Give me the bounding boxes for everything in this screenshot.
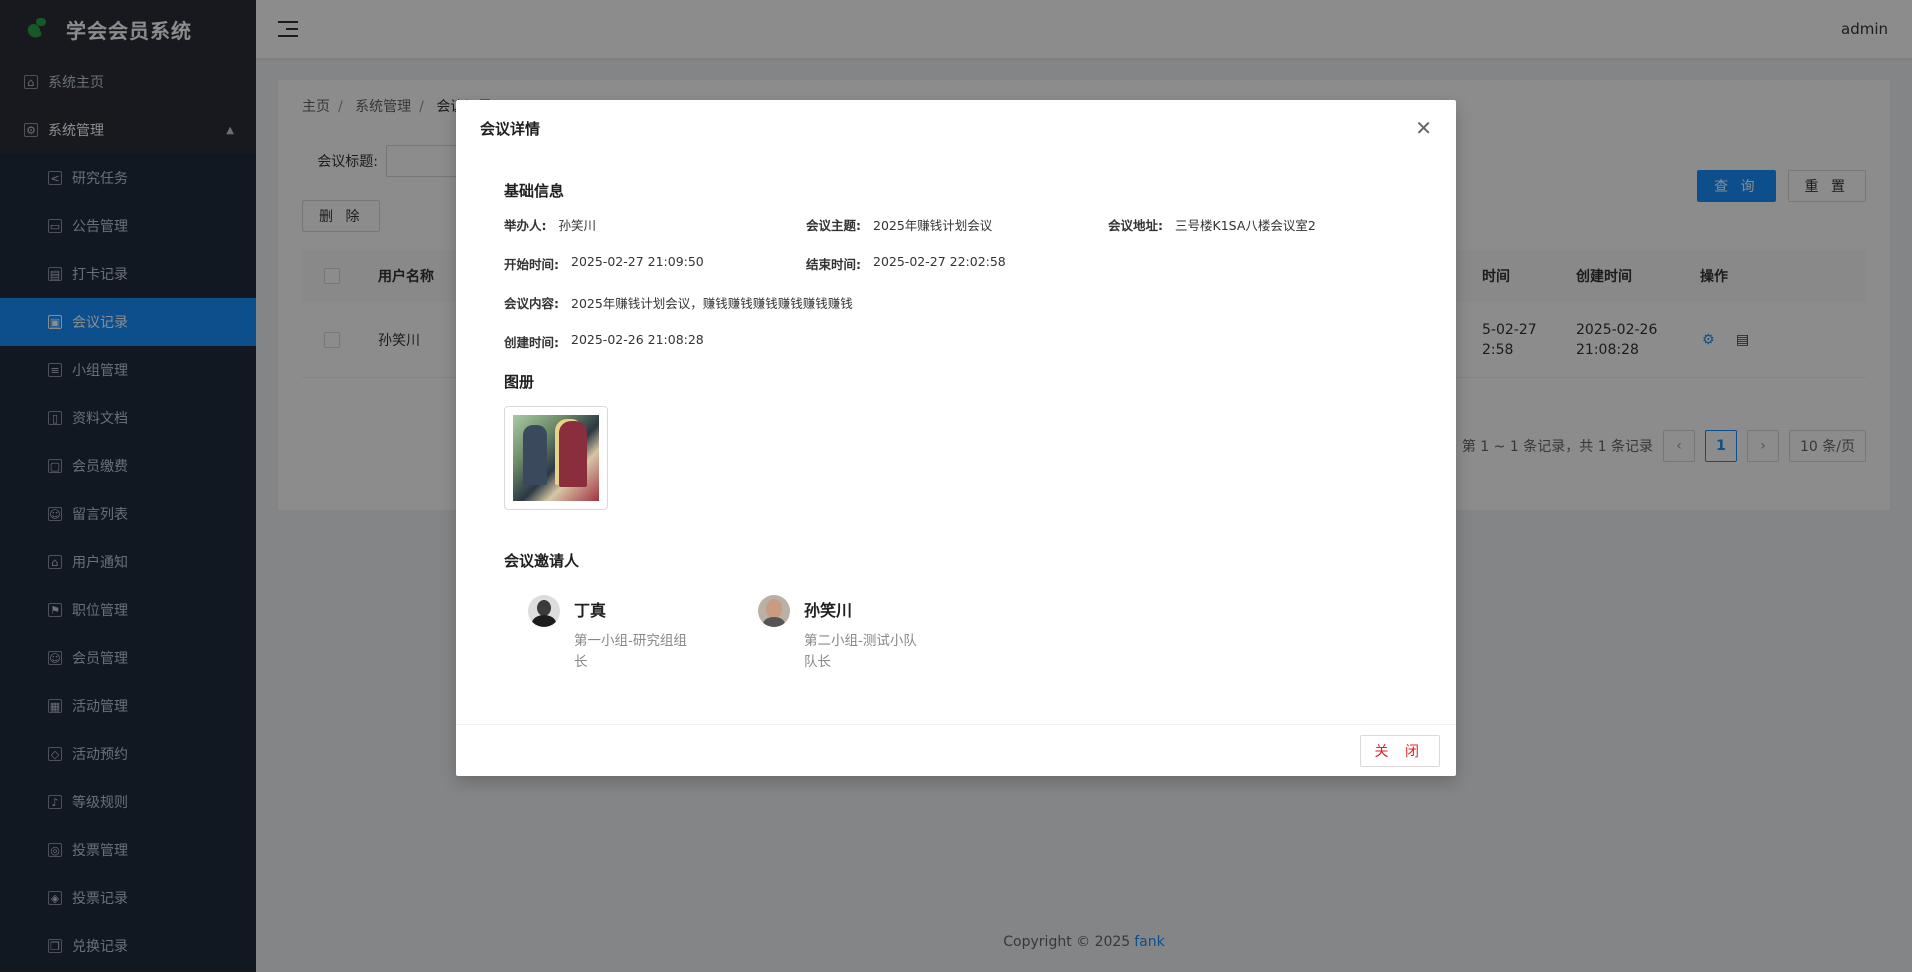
- end-time-value: 2025-02-27 22:02:58: [873, 254, 1006, 269]
- modal-title: 会议详情: [480, 119, 541, 138]
- topic-field: 会议主题: 2025年赚钱计划会议: [806, 215, 1108, 234]
- close-button[interactable]: 关 闭: [1359, 734, 1440, 767]
- content-label: 会议内容:: [504, 296, 559, 311]
- address-field: 会议地址: 三号楼K1SA八楼会议室2: [1108, 215, 1410, 234]
- start-time-value: 2025-02-27 21:09:50: [571, 254, 704, 269]
- invitee-card: 孙笑川 第二小组-测试小队队长: [758, 595, 928, 673]
- avatar: [758, 595, 790, 627]
- start-time-label: 开始时间:: [504, 257, 559, 272]
- end-time-field: 结束时间: 2025-02-27 22:02:58: [806, 254, 1108, 273]
- invitee-role: 第二小组-测试小队队长: [804, 633, 917, 670]
- created-field: 创建时间: 2025-02-26 21:08:28: [504, 332, 1410, 351]
- meeting-detail-modal: 会议详情 ✕ 基础信息 举办人: 孙笑川 会议主题: 2025年赚钱计划会议 会议地…: [456, 100, 1456, 776]
- basic-info-title: 基础信息: [504, 182, 565, 200]
- start-time-field: 开始时间: 2025-02-27 21:09:50: [504, 254, 806, 273]
- content-value: 2025年赚钱计划会议，赚钱赚钱赚钱赚钱赚钱赚钱: [571, 296, 853, 311]
- host-field: 举办人: 孙笑川: [504, 215, 806, 234]
- close-icon[interactable]: ✕: [1415, 118, 1432, 138]
- host-value: 孙笑川: [558, 218, 597, 233]
- host-label: 举办人:: [504, 218, 547, 233]
- created-value: 2025-02-26 21:08:28: [571, 332, 704, 347]
- invitee-role: 第一小组-研究组组长: [574, 633, 687, 670]
- created-label: 创建时间:: [504, 335, 559, 350]
- basic-info: 举办人: 孙笑川 会议主题: 2025年赚钱计划会议 会议地址: 三号楼K1SA八楼会…: [504, 215, 1408, 351]
- address-value: 三号楼K1SA八楼会议室2: [1175, 218, 1316, 233]
- content-field: 会议内容: 2025年赚钱计划会议，赚钱赚钱赚钱赚钱赚钱赚钱: [504, 293, 1410, 312]
- invitee-card: 丁真 第一小组-研究组组长: [528, 595, 698, 673]
- topic-label: 会议主题:: [806, 218, 861, 233]
- invitee-name: 孙笑川: [804, 601, 853, 620]
- modal-body: 基础信息 举办人: 孙笑川 会议主题: 2025年赚钱计划会议 会议地址: 三号楼K1…: [456, 156, 1456, 724]
- invitee-list: 丁真 第一小组-研究组组长 孙笑川 第二小组-测试小队队长: [504, 595, 1408, 673]
- address-label: 会议地址:: [1108, 218, 1163, 233]
- avatar: [528, 595, 560, 627]
- album-image: [513, 415, 599, 501]
- album-title: 图册: [504, 373, 535, 391]
- invitee-name: 丁真: [574, 601, 607, 620]
- invitee-title: 会议邀请人: [504, 552, 580, 570]
- topic-value: 2025年赚钱计划会议: [873, 218, 993, 233]
- album-thumbnail[interactable]: [504, 406, 608, 510]
- modal-footer: 关 闭: [456, 724, 1456, 776]
- modal-header: 会议详情 ✕: [456, 100, 1456, 156]
- end-time-label: 结束时间:: [806, 257, 861, 272]
